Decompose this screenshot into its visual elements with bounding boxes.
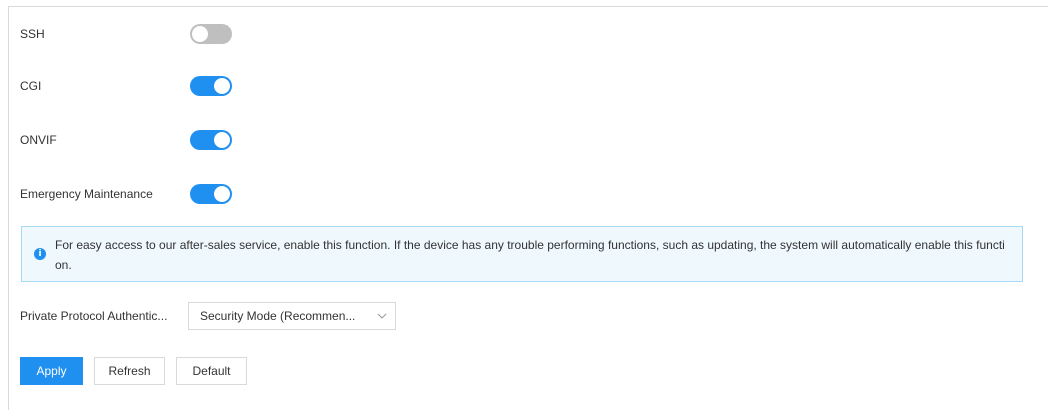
onvif-label: ONVIF	[20, 133, 57, 147]
toggle-knob	[214, 78, 230, 94]
info-banner: i For easy access to our after-sales ser…	[21, 226, 1023, 282]
emergency-maintenance-toggle[interactable]	[190, 184, 232, 204]
chevron-down-icon	[377, 313, 387, 319]
ssh-row: SSH	[20, 23, 232, 45]
toggle-knob	[192, 26, 208, 42]
toggle-knob	[214, 186, 230, 202]
ssh-label: SSH	[20, 27, 45, 41]
refresh-button[interactable]: Refresh	[94, 357, 165, 385]
action-buttons: Apply Refresh Default	[20, 357, 258, 385]
cgi-toggle[interactable]	[190, 76, 232, 96]
onvif-toggle[interactable]	[190, 130, 232, 150]
private-protocol-select[interactable]: Security Mode (Recommen...	[188, 302, 396, 330]
apply-button[interactable]: Apply	[20, 357, 83, 385]
ssh-toggle[interactable]	[190, 24, 232, 44]
emergency-maintenance-row: Emergency Maintenance	[20, 183, 232, 205]
default-button[interactable]: Default	[176, 357, 247, 385]
info-icon: i	[34, 248, 46, 260]
cgi-row: CGI	[20, 75, 232, 97]
toggle-knob	[214, 132, 230, 148]
settings-panel	[8, 6, 1048, 410]
cgi-label: CGI	[20, 79, 42, 93]
onvif-row: ONVIF	[20, 129, 232, 151]
private-protocol-value: Security Mode (Recommen...	[200, 309, 356, 323]
private-protocol-row: Private Protocol Authentic... Security M…	[20, 302, 396, 330]
private-protocol-label: Private Protocol Authentic...	[20, 309, 168, 323]
info-text: For easy access to our after-sales servi…	[55, 238, 1005, 272]
emergency-maintenance-label: Emergency Maintenance	[20, 187, 153, 201]
